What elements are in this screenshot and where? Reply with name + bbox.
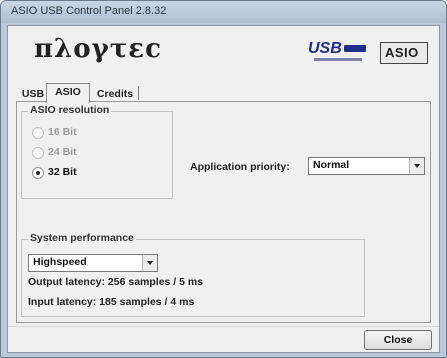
asio-logo-text: ASIO xyxy=(385,45,419,60)
usb-logo-underline xyxy=(314,58,362,61)
close-button[interactable]: Close xyxy=(364,330,432,350)
application-priority-select[interactable]: Normal xyxy=(308,157,425,175)
performance-mode-value: Highspeed xyxy=(33,256,87,268)
application-priority-value: Normal xyxy=(313,159,350,171)
radio-label-24-bit: 24 Bit xyxy=(48,146,77,158)
title-bar[interactable]: ASIO USB Control Panel 2.8.32 xyxy=(1,1,446,23)
asio-logo: ASIO xyxy=(380,42,428,64)
radio-button xyxy=(32,127,44,139)
tab-separator xyxy=(138,86,139,100)
usb-logo: USB xyxy=(308,40,370,66)
chevron-down-icon xyxy=(409,158,424,174)
system-performance-group: System performance Highspeed Output late… xyxy=(21,232,365,317)
window-title: ASIO USB Control Panel 2.8.32 xyxy=(11,5,167,17)
asio-resolution-title: ASIO resolution xyxy=(28,104,112,116)
footer-divider xyxy=(8,326,439,327)
asio-resolution-group: ASIO resolution 16 Bit 24 Bit 32 Bit xyxy=(21,104,173,199)
system-performance-title: System performance xyxy=(28,232,136,244)
asio-tab-panel: ASIO resolution 16 Bit 24 Bit 32 Bit App… xyxy=(16,101,431,323)
usb-plug-icon xyxy=(344,45,366,52)
performance-mode-select[interactable]: Highspeed xyxy=(28,254,158,272)
tab-asio[interactable]: ASIO xyxy=(46,83,90,103)
radio-label-32-bit: 32 Bit xyxy=(48,166,77,178)
chevron-down-icon xyxy=(142,255,157,271)
output-latency-text: Output latency: 256 samples / 5 ms xyxy=(28,276,204,288)
radio-button xyxy=(32,147,44,159)
radio-label-16-bit: 16 Bit xyxy=(48,126,77,138)
control-panel-window: ASIO USB Control Panel 2.8.32 πλογτεc US… xyxy=(0,0,447,358)
window-client-area: πλογτεc USB ASIO USB ASIO Credits ASIO r… xyxy=(7,25,440,353)
input-latency-text: Input latency: 185 samples / 4 ms xyxy=(28,296,195,308)
brand-logo-text: πλογτεc xyxy=(34,34,162,64)
application-priority-label: Application priority: xyxy=(190,161,290,173)
radio-button-selected xyxy=(32,167,44,179)
usb-logo-text: USB xyxy=(308,40,342,57)
